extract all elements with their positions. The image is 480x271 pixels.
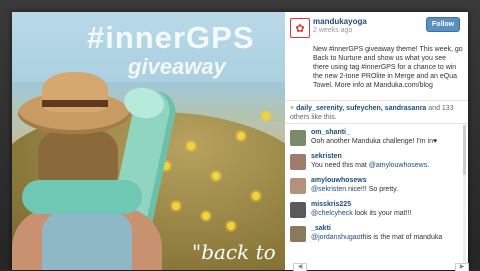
comment-list: om_shanti_ Ooh another Manduka challenge… — [285, 125, 468, 270]
comments-scrollbar[interactable] — [463, 125, 466, 265]
comment-text: @sekristen nice!!! So pretty. — [311, 186, 399, 193]
comment-username[interactable]: misskris225 — [311, 201, 351, 208]
comment-item: om_shanti_ Ooh another Manduka challenge… — [290, 129, 460, 153]
comment-mention[interactable]: @sekristen — [311, 186, 346, 193]
comment-text: @chelcyheck look its your mat!!! — [311, 210, 412, 217]
avatar[interactable]: ✿ — [290, 18, 310, 38]
comment-username[interactable]: om_shanti_ — [311, 129, 350, 136]
photo-title-line1: #innerGPS — [87, 20, 255, 55]
person-tank-top — [42, 212, 132, 270]
comment-username[interactable]: sekristen — [311, 153, 342, 160]
comment-item: amylouwhosews @sekristen nice!!! So pret… — [290, 177, 460, 201]
commenter-avatar[interactable] — [290, 130, 306, 146]
likes-users[interactable]: daily_serenity, sufeychen, sandrasanra — [296, 105, 426, 112]
flower — [252, 192, 260, 200]
flower — [227, 222, 235, 230]
post-photo: #innerGPS giveaway "back to — [12, 12, 285, 270]
post-sidebar: ✿ mandukayoga 2 weeks ago Follow New #in… — [285, 12, 468, 270]
person-scarf — [22, 180, 142, 214]
post-username[interactable]: mandukayoga — [313, 17, 367, 26]
heart-icon[interactable]: ♥ — [290, 105, 294, 112]
comment-text: Ooh another Manduka challenge! I'm in♥ — [311, 138, 438, 145]
comment-mention[interactable]: @chelcyheck — [311, 210, 353, 217]
commenter-avatar[interactable] — [290, 154, 306, 170]
likes-summary: ♥ daily_serenity, sufeychen, sandrasanra… — [290, 104, 465, 122]
photo-modal: #innerGPS giveaway "back to ✿ mandukayog… — [12, 12, 468, 270]
comment-text: You need this mat @amylouwhosews. — [311, 162, 430, 169]
flower — [237, 132, 245, 140]
flower — [262, 112, 270, 120]
divider — [285, 123, 468, 124]
comment-item: _sakti @jordanshugaothis is the mat of m… — [290, 225, 460, 249]
commenter-avatar[interactable] — [290, 226, 306, 242]
photo-title-line2: giveaway — [128, 54, 226, 79]
scrollbar-thumb[interactable] — [463, 125, 466, 175]
post-caption: New #innerGPS giveaway theme! This week,… — [313, 46, 463, 89]
commenter-avatar[interactable] — [290, 202, 306, 218]
flower — [212, 172, 220, 180]
comment-item: sekristen You need this mat @amylouwhose… — [290, 153, 460, 177]
flower — [187, 142, 195, 150]
comment-username[interactable]: amylouwhosews — [311, 177, 367, 184]
commenter-avatar[interactable] — [290, 178, 306, 194]
hat-band — [42, 100, 108, 107]
follow-button[interactable]: Follow — [426, 17, 460, 32]
comment-item: misskris225 @chelcyheck look its your ma… — [290, 201, 460, 225]
flower — [172, 202, 180, 210]
post-header: ✿ mandukayoga 2 weeks ago Follow — [285, 12, 468, 38]
post-time: 2 weeks ago — [313, 27, 353, 34]
comment-username[interactable]: _sakti — [311, 225, 331, 232]
divider — [285, 100, 468, 101]
flower — [202, 212, 210, 220]
comment-text: @jordanshugaothis is the mat of manduka — [311, 234, 443, 241]
comment-mention[interactable]: @jordanshugao — [311, 234, 361, 241]
comment-mention[interactable]: @amylouwhosews. — [369, 162, 429, 169]
photo-footer-text: "back to — [192, 240, 276, 264]
